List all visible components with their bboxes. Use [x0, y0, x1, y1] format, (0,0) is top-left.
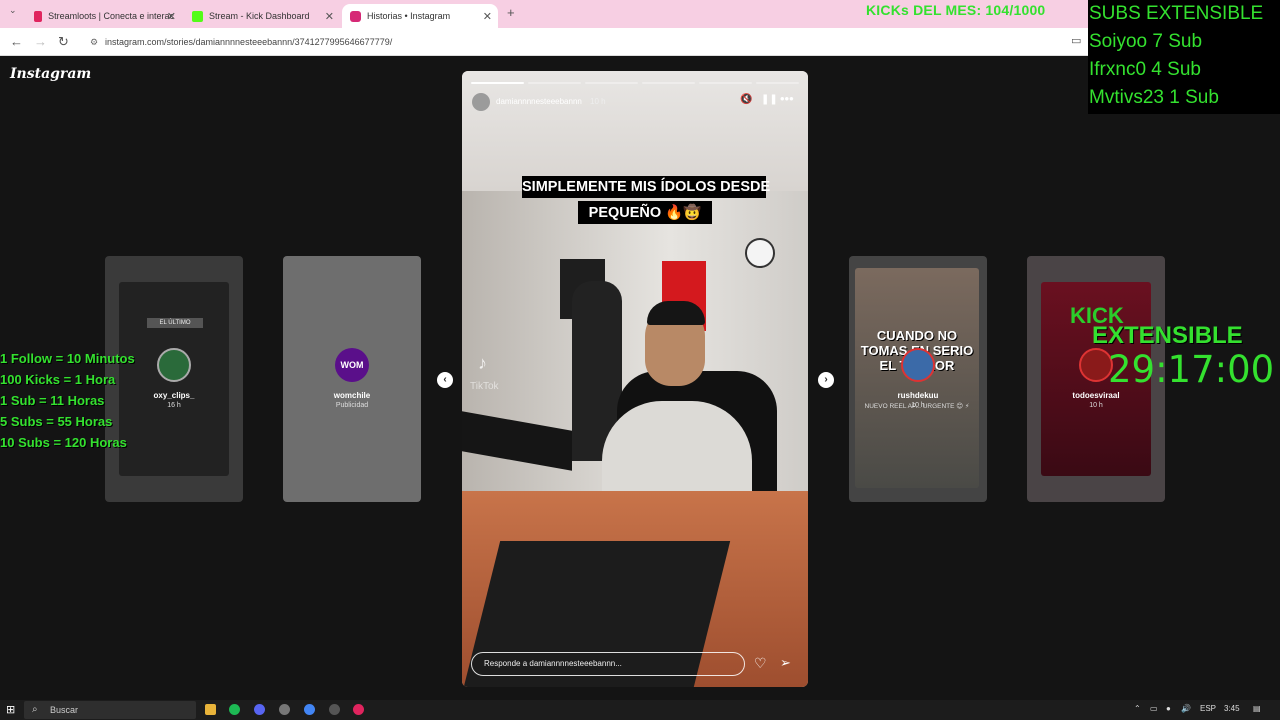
url-text: instagram.com/stories/damiannnnesteeeban… — [105, 37, 393, 47]
next-story-chevron-icon[interactable]: › — [818, 372, 834, 388]
rule-line: 1 Sub = 11 Horas — [0, 393, 105, 408]
network-icon[interactable]: ▭ — [1150, 704, 1158, 713]
clock[interactable]: 3:45 — [1224, 704, 1240, 713]
subs-panel-title: SUBS EXTENSIBLE — [1089, 3, 1264, 24]
kick-favicon-icon — [192, 10, 203, 22]
more-options-icon[interactable]: ••• — [780, 91, 794, 106]
rule-line: 100 Kicks = 1 Hora — [0, 372, 116, 387]
reload-icon[interactable]: ↻ — [58, 34, 69, 50]
file-explorer-icon[interactable] — [205, 704, 216, 715]
streamlabs-icon[interactable] — [353, 704, 364, 715]
sub-entry: Mvtivs23 1 Sub — [1089, 87, 1219, 108]
tab-label: Streamloots | Conecta e interac — [48, 11, 174, 21]
story-progress-bar — [756, 82, 799, 84]
chrome-icon[interactable] — [304, 704, 315, 715]
microphone-icon[interactable]: ● — [1166, 704, 1171, 713]
rule-line: 10 Subs = 120 Horas — [0, 435, 127, 450]
app-icon[interactable] — [329, 704, 340, 715]
new-tab-plus-icon[interactable]: + — [507, 5, 515, 20]
instagram-stories-page: Instagram EL ÚLTIMO oxy_clips_ 16 h WOM … — [0, 57, 1280, 700]
instagram-favicon-icon — [350, 10, 361, 22]
search-placeholder: Buscar — [50, 705, 79, 715]
tab-kick-dashboard[interactable]: Stream - Kick Dashboard ✕ — [184, 4, 340, 28]
story-progress-bar — [528, 82, 581, 84]
story-time: 10 h — [911, 402, 925, 409]
url-field[interactable]: ⚙ instagram.com/stories/damiannnnesteeeb… — [85, 33, 1075, 51]
story-username: rushdekuu — [897, 391, 939, 400]
story-progress-bar — [585, 82, 638, 84]
previous-story-chevron-icon[interactable]: ‹ — [437, 372, 453, 388]
avatar[interactable] — [472, 93, 490, 111]
close-tab-icon[interactable]: ✕ — [167, 10, 176, 23]
tab-streamloots[interactable]: Streamloots | Conecta e interac ✕ — [26, 4, 182, 28]
wom-avatar: WOM — [335, 348, 369, 382]
extensible-label: EXTENSIBLE — [1092, 322, 1243, 349]
person-hair — [647, 301, 705, 325]
tab-instagram-stories[interactable]: Historias • Instagram ✕ — [342, 4, 498, 28]
subathon-rules: 1 Follow = 10 Minutos 100 Kicks = 1 Hora… — [0, 348, 135, 453]
story-preview-label: EL ÚLTIMO — [147, 318, 203, 328]
story-progress-bar — [699, 82, 752, 84]
main-story[interactable]: damiannnnesteeebannn 10 h 🔇 ❚❚ ••• SIMPL… — [462, 71, 808, 687]
tray-chevron-up-icon[interactable]: ⌃ — [1134, 704, 1141, 713]
forward-arrow-icon[interactable]: → — [34, 34, 47, 49]
rule-line: 1 Follow = 10 Minutos — [0, 351, 135, 366]
search-icon: ⌕ — [32, 704, 38, 715]
pause-icon[interactable]: ❚❚ — [761, 94, 778, 105]
language-indicator[interactable]: ESP — [1200, 704, 1216, 713]
obs-icon[interactable] — [279, 704, 290, 715]
avatar — [157, 348, 191, 382]
story-caption-line-2: PEQUEÑO 🔥🤠 — [578, 201, 712, 224]
windows-start-icon[interactable]: ⊞ — [6, 703, 15, 716]
side-story-rushdekuu[interactable]: CUANDO NO TOMAS EN SERIO EL TERROR NUEVO… — [849, 256, 987, 502]
reply-input[interactable]: Responde a damiannnnesteeebannn... — [471, 652, 745, 676]
volume-icon[interactable]: 🔊 — [1181, 704, 1191, 713]
side-story-womchile[interactable]: WOM womchile Publicidad — [283, 256, 421, 502]
story-top-wall — [462, 71, 808, 191]
site-info-icon[interactable]: ⚙ — [90, 33, 98, 51]
story-time: 10 h — [590, 97, 606, 106]
extensible-timer: 29:17:00 — [1108, 348, 1275, 391]
tiktok-watermark: TikTok — [470, 381, 499, 392]
story-sponsored-label: Publicidad — [335, 402, 369, 409]
tab-label: Stream - Kick Dashboard — [209, 11, 310, 21]
avatar — [901, 348, 935, 382]
story-username: womchile — [333, 391, 371, 400]
mute-icon[interactable]: 🔇 — [740, 94, 752, 105]
discord-icon[interactable] — [254, 704, 265, 715]
story-username: todoesviraal — [1072, 391, 1120, 400]
story-progress-bar — [471, 82, 524, 84]
spotify-icon[interactable] — [229, 704, 240, 715]
wall-clock-icon — [745, 238, 775, 268]
sub-entry: Ifrxnc0 4 Sub — [1089, 59, 1201, 80]
subs-extensible-panel: SUBS EXTENSIBLE Soiyoo 7 Sub Ifrxnc0 4 S… — [1088, 0, 1280, 114]
story-progress-bar — [642, 82, 695, 84]
story-time: 10 h — [1089, 402, 1103, 409]
story-caption-line-1: SIMPLEMENTE MIS ÍDOLOS DESDE — [522, 176, 770, 198]
notifications-icon[interactable]: ▤ — [1253, 704, 1261, 713]
share-send-icon[interactable]: ➢ — [780, 655, 791, 671]
instagram-logo[interactable]: Instagram — [10, 66, 91, 82]
taskbar-search[interactable]: ⌕ Buscar — [24, 701, 196, 719]
tab-list-chevron-icon[interactable]: ⌄ — [9, 5, 17, 16]
tab-label: Historias • Instagram — [367, 11, 451, 21]
sub-entry: Soiyoo 7 Sub — [1089, 31, 1203, 52]
close-tab-icon[interactable]: ✕ — [483, 10, 492, 23]
tiktok-icon: ♪ — [478, 353, 487, 373]
like-heart-icon[interactable]: ♡ — [754, 655, 767, 672]
kicks-month-counter: KICKs DEL MES: 104/1000 — [866, 2, 1046, 18]
story-username[interactable]: damiannnnesteeebannn — [496, 97, 582, 106]
windows-taskbar: ⊞ ⌕ Buscar ⌃ ▭ ● 🔊 ESP 3:45 ▤ — [0, 700, 1280, 720]
close-tab-icon[interactable]: ✕ — [325, 10, 334, 23]
cast-icon[interactable]: ▭ — [1071, 34, 1081, 47]
back-arrow-icon[interactable]: ← — [10, 34, 23, 49]
rule-line: 5 Subs = 55 Horas — [0, 414, 113, 429]
streamloots-favicon-icon — [34, 10, 43, 22]
